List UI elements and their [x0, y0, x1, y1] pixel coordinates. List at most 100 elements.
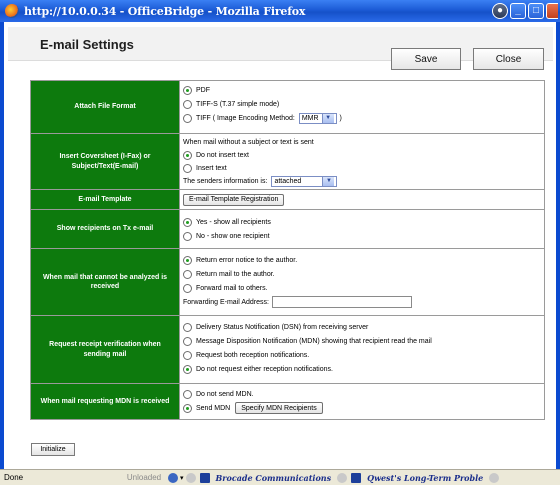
radio-show-all[interactable]: [183, 217, 192, 227]
row-label: Request receipt verification when sendin…: [31, 316, 180, 383]
row-label: Attach File Format: [31, 81, 180, 133]
status-bar: Done Unloaded ▾ Brocade Communications Q…: [0, 469, 560, 485]
radio-show-one[interactable]: [183, 231, 192, 241]
window-title: http://10.0.0.34 - OfficeBridge - Mozill…: [24, 4, 306, 18]
senders-info-select[interactable]: attached ▼: [271, 175, 338, 187]
option-label: Do not insert text: [196, 151, 249, 159]
option-do-not-insert[interactable]: Do not insert text: [183, 148, 541, 162]
radio-request-none[interactable]: [183, 364, 192, 374]
option-label: Return mail to the author.: [196, 270, 275, 278]
settings-icon[interactable]: ●: [492, 3, 508, 19]
option-label: Forward mail to others.: [196, 284, 268, 292]
option-request-none[interactable]: Do not request either reception notifica…: [183, 362, 541, 376]
coversheet-intro: When mail without a subject or text is s…: [183, 138, 314, 146]
page-icon: [199, 472, 210, 483]
row-label: When mail requesting MDN is received: [31, 384, 180, 419]
radio-mdn[interactable]: [183, 336, 192, 346]
save-button[interactable]: Save: [391, 48, 461, 70]
chevron-down-icon: ▼: [321, 113, 334, 123]
chevron-down-icon: ▼: [322, 176, 335, 186]
option-label: Yes - show all recipients: [196, 218, 271, 226]
close-window-button[interactable]: [546, 3, 558, 19]
option-dsn[interactable]: Delivery Status Notification (DSN) from …: [183, 320, 541, 334]
option-label: Do not send MDN.: [196, 390, 254, 398]
radio-tiff[interactable]: [183, 113, 192, 123]
forwarding-address-line: Forwarding E-mail Address:: [183, 295, 541, 309]
initialize-button[interactable]: Initialize: [31, 443, 75, 456]
tab-status-icon: [337, 472, 348, 483]
dropdown-icon[interactable]: ▾: [180, 474, 184, 482]
option-pdf[interactable]: PDF: [183, 83, 541, 97]
page-title: E-mail Settings: [40, 37, 134, 52]
row-value: Yes - show all recipients No - show one …: [180, 210, 544, 248]
encoding-method-select[interactable]: MMR ▼: [298, 112, 337, 124]
firefox-icon: [5, 4, 19, 18]
option-tiff[interactable]: TIFF ( Image Encoding Method: MMR ▼ ): [183, 111, 541, 125]
row-receipt-verification: Request receipt verification when sendin…: [31, 315, 544, 383]
option-return-error[interactable]: Return error notice to the author.: [183, 253, 541, 267]
tab-status-icon: [185, 472, 196, 483]
maximize-button[interactable]: □: [528, 3, 544, 19]
option-label: Delivery Status Notification (DSN) from …: [196, 323, 369, 331]
option-label: PDF: [196, 86, 210, 94]
option-label: Send MDN: [196, 404, 231, 412]
specify-mdn-recipients-button[interactable]: Specify MDN Recipients: [235, 402, 323, 414]
option-label: Message Disposition Notification (MDN) s…: [196, 337, 432, 345]
select-value: attached: [274, 177, 302, 185]
forwarding-address-input[interactable]: [271, 296, 412, 308]
row-email-template: E-mail Template E-mail Template Registra…: [31, 189, 544, 209]
status-tab-item[interactable]: Brocade Communications: [216, 473, 332, 483]
option-label: No - show one recipient: [196, 232, 270, 240]
option-tiff-s[interactable]: TIFF-S (T.37 simple mode): [183, 97, 541, 111]
row-value: Do not send MDN. Send MDN Specify MDN Re…: [180, 384, 544, 419]
radio-tiff-s[interactable]: [183, 99, 192, 109]
row-show-recipients: Show recipients on Tx e-mail Yes - show …: [31, 209, 544, 248]
radio-do-not-send-mdn[interactable]: [183, 389, 192, 399]
radio-dsn[interactable]: [183, 322, 192, 332]
row-value: When mail without a subject or text is s…: [180, 134, 544, 189]
row-mdn-received: When mail requesting MDN is received Do …: [31, 383, 544, 419]
row-label: E-mail Template: [31, 190, 180, 209]
radio-send-mdn[interactable]: [183, 403, 192, 413]
row-attach-file-format: Attach File Format PDF TIFF-S (T.37 simp…: [31, 81, 544, 133]
option-label: Insert text: [196, 164, 227, 172]
radio-return-mail[interactable]: [183, 269, 192, 279]
option-forward-mail[interactable]: Forward mail to others.: [183, 281, 541, 295]
option-send-mdn[interactable]: Send MDN Specify MDN Recipients: [183, 401, 541, 415]
option-request-both[interactable]: Request both reception notifications.: [183, 348, 541, 362]
status-tab-item[interactable]: Qwest's Long-Term Proble: [367, 473, 483, 483]
option-label: Request both reception notifications.: [196, 351, 310, 359]
minimize-button[interactable]: _: [510, 3, 526, 19]
radio-return-error[interactable]: [183, 255, 192, 265]
option-return-mail[interactable]: Return mail to the author.: [183, 267, 541, 281]
template-registration-button[interactable]: E-mail Template Registration: [183, 193, 285, 206]
option-insert-text[interactable]: Insert text: [183, 162, 541, 174]
radio-request-both[interactable]: [183, 350, 192, 360]
radio-do-not-insert[interactable]: [183, 150, 192, 160]
radio-forward-mail[interactable]: [183, 283, 192, 293]
row-label: Insert Coversheet (I-Fax) or Subject/Tex…: [31, 134, 180, 189]
option-label: TIFF ( Image Encoding Method:: [196, 114, 295, 122]
close-button[interactable]: Close: [473, 48, 544, 70]
window-title-bar: http://10.0.0.34 - OfficeBridge - Mozill…: [0, 0, 560, 22]
radio-pdf[interactable]: [183, 85, 192, 95]
option-label: TIFF-S (T.37 simple mode): [196, 100, 280, 108]
option-show-all[interactable]: Yes - show all recipients: [183, 215, 541, 229]
select-value: MMR: [301, 114, 319, 122]
option-label: Do not request either reception notifica…: [196, 365, 333, 373]
option-do-not-send-mdn[interactable]: Do not send MDN.: [183, 387, 541, 401]
senders-label: The senders information is:: [183, 177, 268, 185]
option-mdn[interactable]: Message Disposition Notification (MDN) s…: [183, 334, 541, 348]
page-icon: [351, 472, 362, 483]
option-show-one[interactable]: No - show one recipient: [183, 229, 541, 243]
radio-insert-text[interactable]: [183, 163, 192, 173]
tab-status-icon: [489, 472, 500, 483]
forwarding-address-label: Forwarding E-mail Address:: [183, 298, 269, 306]
unloaded-text: Unloaded: [126, 473, 162, 482]
row-value: Return error notice to the author. Retur…: [180, 249, 544, 315]
row-value: PDF TIFF-S (T.37 simple mode) TIFF ( Ima…: [180, 81, 544, 133]
connection-icon: [168, 472, 178, 483]
row-label: When mail that cannot be analyzed is rec…: [31, 249, 180, 315]
row-value: E-mail Template Registration: [180, 190, 544, 209]
option-suffix: ): [339, 114, 342, 122]
